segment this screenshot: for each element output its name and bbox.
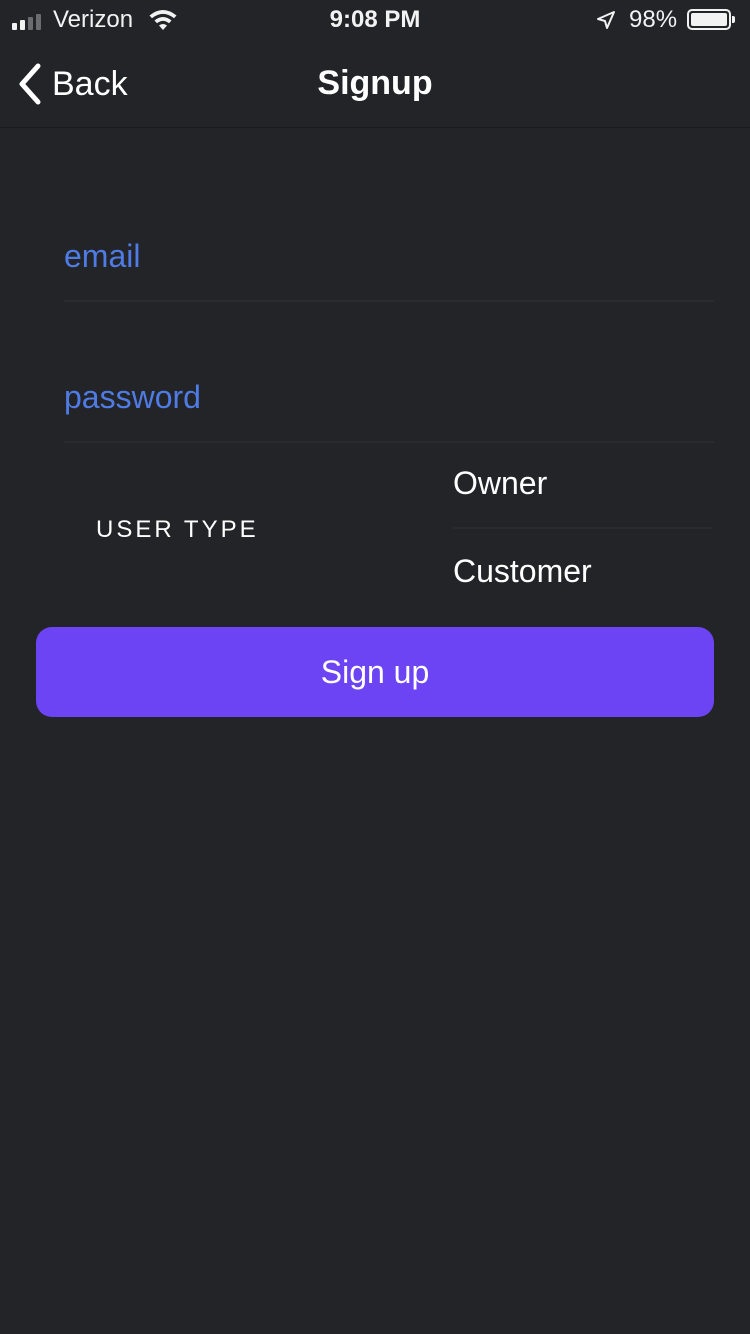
signup-screen: Verizon 9:08 PM 98% Back Signup email US… [0,0,750,1334]
option-label: Owner [453,465,548,501]
battery-percent: 98% [629,6,678,33]
navigation-bar: Back Signup [0,40,750,128]
option-label: Customer [453,553,592,589]
password-field-container [64,353,714,443]
password-field[interactable] [64,353,714,441]
user-type-option-owner[interactable]: Owner [453,441,713,529]
page-title: Signup [317,64,433,102]
battery-icon [687,9,735,30]
email-field-container [64,212,714,302]
user-type-label: USER TYPE [96,516,259,543]
location-arrow-icon [597,11,615,29]
sign-up-button[interactable]: Sign up [36,627,714,717]
user-type-option-customer[interactable]: Customer [453,529,713,617]
email-field[interactable] [64,212,714,300]
status-bar: Verizon 9:08 PM 98% [0,0,750,40]
